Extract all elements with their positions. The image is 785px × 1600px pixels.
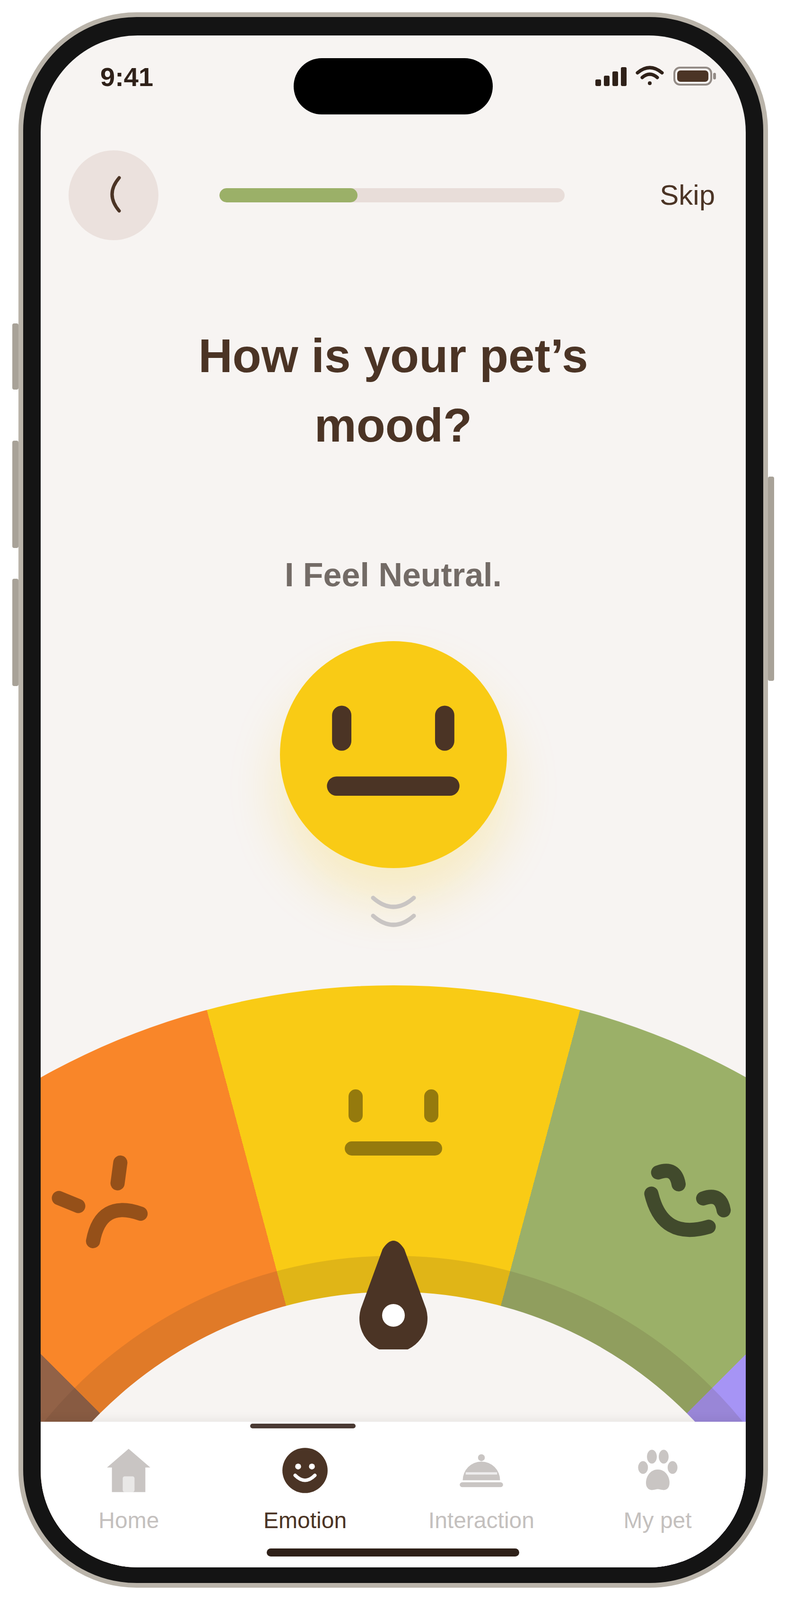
gauge-pointer-icon[interactable] [357, 1236, 429, 1350]
home-icon[interactable] [104, 1446, 154, 1498]
back-button[interactable] [68, 150, 159, 241]
paw-icon[interactable] [633, 1446, 683, 1496]
sheet-handle [250, 1423, 356, 1429]
back-icon[interactable] [99, 173, 128, 216]
question-title: How is your pet’s mood? [157, 321, 630, 461]
neutral-face-icon [315, 696, 471, 814]
side-button [12, 323, 19, 390]
side-button [12, 578, 19, 687]
dynamic-island [293, 58, 493, 115]
battery-icon [672, 65, 717, 87]
home-icon[interactable] [104, 1446, 154, 1496]
top-bar: Skip [40, 150, 746, 241]
tab-label[interactable]: Emotion [263, 1506, 347, 1536]
tab-item[interactable]: My pet [569, 1421, 746, 1568]
interaction-icon[interactable] [456, 1446, 506, 1496]
gauge-pointer-icon[interactable] [357, 1236, 429, 1350]
mood-label: I Feel Neutral. [284, 553, 502, 597]
paw-icon[interactable] [633, 1446, 683, 1498]
status-icons [595, 65, 717, 89]
progress-fill [219, 188, 358, 203]
tab-bar: Home Emotion Interaction My pet [40, 1421, 746, 1568]
tab-label[interactable]: My pet [623, 1506, 692, 1536]
home-indicator[interactable] [266, 1548, 520, 1557]
scroll-down-icon [367, 891, 420, 941]
neutral-face-icon [315, 696, 471, 812]
progress-bar [219, 188, 565, 203]
signal-icon [595, 66, 627, 87]
side-button [767, 476, 775, 681]
emotion-icon[interactable] [280, 1446, 330, 1498]
status-time: 9:41 [100, 60, 154, 94]
tab-item[interactable]: Interaction [393, 1421, 570, 1568]
tab-label[interactable]: Home [98, 1506, 159, 1536]
tab-label[interactable]: Interaction [428, 1506, 535, 1536]
phone-frame: 9:41 Skip How is your pet’s mood? I Feel Ne… [18, 12, 768, 1588]
wifi-icon [635, 65, 665, 87]
wifi-icon [635, 65, 665, 89]
skip-button[interactable]: Skip [657, 177, 717, 214]
screen: 9:41 Skip How is your pet’s mood? I Feel Ne… [40, 35, 746, 1568]
interaction-icon[interactable] [456, 1446, 506, 1498]
tab-item[interactable]: Emotion [217, 1421, 394, 1568]
scroll-down-icon [367, 891, 420, 939]
battery-icon [672, 65, 717, 89]
emotion-icon[interactable] [280, 1446, 330, 1496]
mood-emoji [279, 641, 507, 869]
signal-icon [595, 66, 627, 88]
tab-item[interactable]: Home [40, 1421, 218, 1568]
back-icon[interactable] [99, 173, 128, 218]
side-button [12, 440, 19, 549]
